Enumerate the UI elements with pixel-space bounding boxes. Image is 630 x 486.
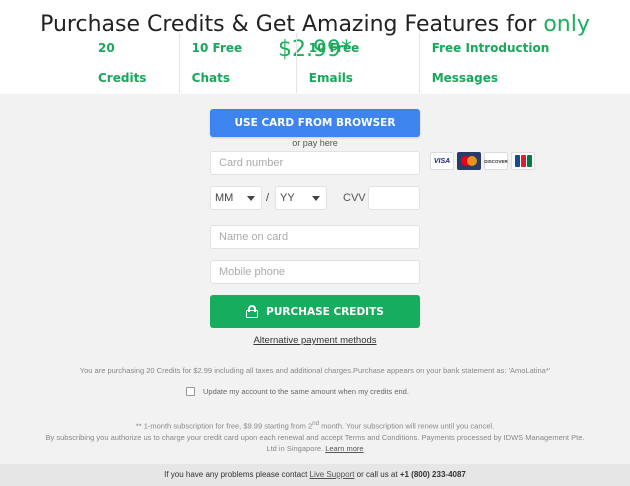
update-account-label: Update my account to the same amount whe… <box>203 387 409 396</box>
live-support-link[interactable]: Live Support <box>310 470 355 479</box>
feature-chats: 10 Free Chats <box>180 33 297 93</box>
lock-icon <box>246 305 259 318</box>
card-number-input[interactable] <box>210 151 420 175</box>
chevron-down-icon <box>312 196 320 201</box>
cvv-label: CVV <box>343 192 366 204</box>
use-card-from-browser-button[interactable]: USE CARD FROM BROWSER <box>210 109 420 137</box>
name-on-card-input[interactable] <box>210 225 420 249</box>
purchase-credits-button[interactable]: PURCHASE CREDITS <box>210 295 420 328</box>
subscription-terms: ** 1-month subscription for free, $9.99 … <box>45 418 585 454</box>
subscription-text-end: month. Your subscription will renew unti… <box>319 421 495 431</box>
footer-text-middle: or call us at <box>354 470 400 479</box>
update-account-row[interactable]: Update my account to the same amount whe… <box>186 387 409 396</box>
header: Purchase Credits & Get Amazing Features … <box>0 0 630 94</box>
discover-icon: DISCOVER <box>484 152 508 170</box>
year-value: YY <box>280 192 295 204</box>
purchase-label: PURCHASE CREDITS <box>266 305 384 318</box>
jcb-icon <box>511 152 535 170</box>
feature-intro-messages: Free Introduction Messages <box>431 41 550 85</box>
feature-list: 20 Credits 10 Free Chats 10 Free Emails … <box>86 33 630 93</box>
alternative-payment-link[interactable]: Alternative payment methods <box>210 335 420 346</box>
expiry-separator: / <box>266 192 270 204</box>
feature-emails: 10 Free Emails <box>297 33 420 93</box>
payment-panel: USE CARD FROM BROWSER or pay here VISA D… <box>0 94 630 464</box>
feature-credits: 20 Credits <box>86 33 180 93</box>
or-pay-here-label: or pay here <box>292 138 338 148</box>
expiry-year-select[interactable]: YY <box>275 186 327 210</box>
expiry-month-select[interactable]: MM <box>210 186 262 210</box>
month-value: MM <box>215 192 234 204</box>
chevron-down-icon <box>247 196 255 201</box>
card-brands: VISA DISCOVER <box>430 152 535 170</box>
authorization-text: By subscribing you authorize us to charg… <box>45 432 585 453</box>
support-phone: +1 (800) 233-4087 <box>399 470 466 479</box>
purchase-summary: You are purchasing 20 Credits for $2.99 … <box>79 366 551 375</box>
update-account-checkbox[interactable] <box>186 387 195 396</box>
footer-text: If you have any problems please contact <box>164 470 310 479</box>
subscription-text: ** 1-month subscription for free, $9.99 … <box>135 421 313 431</box>
visa-icon: VISA <box>430 152 454 170</box>
mobile-phone-input[interactable] <box>210 260 420 284</box>
support-footer: If you have any problems please contact … <box>0 464 630 486</box>
learn-more-link[interactable]: Learn more <box>325 444 363 453</box>
mastercard-icon <box>457 152 481 170</box>
cvv-input[interactable] <box>368 186 420 210</box>
